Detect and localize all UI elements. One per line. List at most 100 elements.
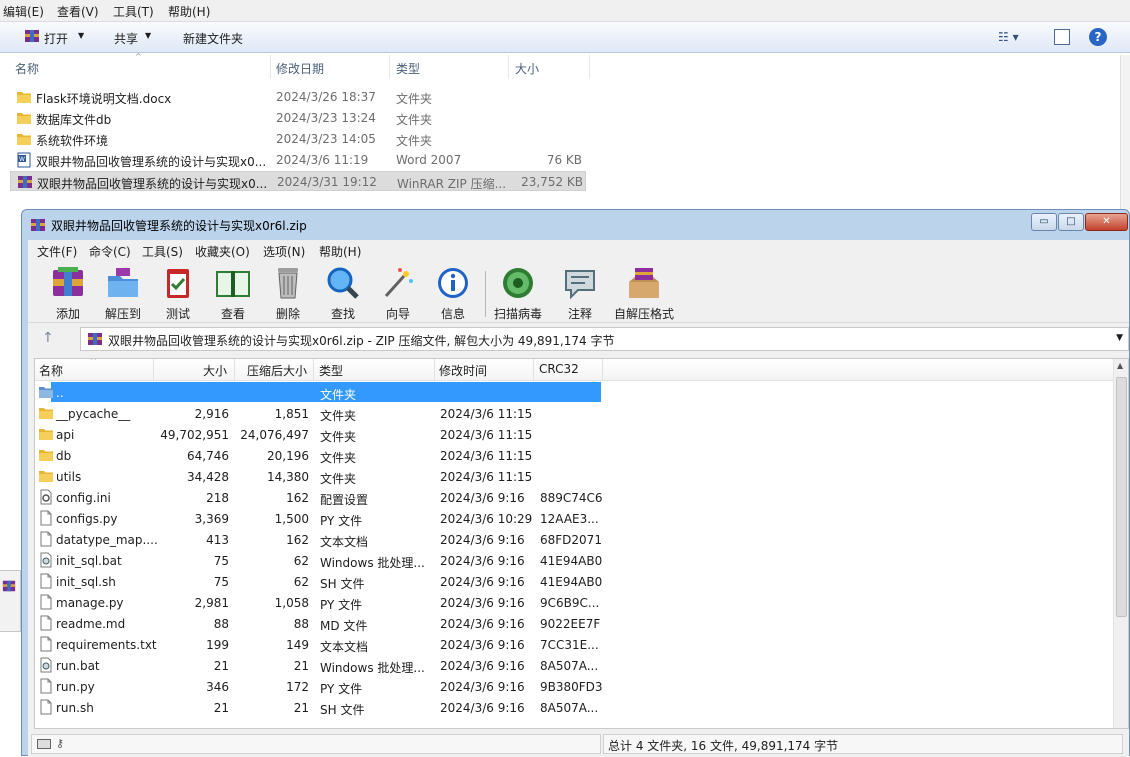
column-divider[interactable] (234, 359, 235, 380)
scroll-up-icon[interactable]: ▲ (1117, 361, 1123, 370)
archive-row[interactable]: init_sql.sh 75 62 SH 文件 2024/3/6 9:16 41E94AB… (35, 571, 1115, 592)
column-divider[interactable] (313, 359, 314, 380)
archive-row[interactable]: config.ini 218 162 配置设置 2024/3/6 9:16 889C74C… (35, 487, 1115, 508)
file-date: 2024/3/26 18:37 (276, 90, 376, 104)
archive-row[interactable]: init_sql.bat 75 62 Windows 批处理... 2024/3/6 9… (35, 550, 1115, 571)
entry-packed-size: 1,851 (274, 407, 309, 421)
close-button[interactable]: ✕ (1085, 213, 1128, 231)
virus-scan-button[interactable]: 扫描病毒 (492, 264, 544, 322)
winrar-archive-icon (2, 580, 16, 592)
archive-row[interactable]: __pycache__ 2,916 1,851 文件夹 2024/3/6 11:15 (35, 403, 1115, 424)
new-folder-button[interactable]: 新建文件夹 (183, 30, 243, 47)
entry-size: 49,702,951 (160, 428, 229, 442)
archive-row[interactable]: db 64,746 20,196 文件夹 2024/3/6 11:15 (35, 445, 1115, 466)
column-divider[interactable] (602, 359, 603, 380)
archive-row[interactable]: api 49,702,951 24,076,497 文件夹 2024/3/6 11:15 (35, 424, 1115, 445)
column-divider[interactable] (389, 55, 390, 79)
archive-row[interactable]: readme.md 88 88 MD 文件 2024/3/6 9:16 9022EE7F (35, 613, 1115, 634)
entry-packed-size: 24,076,497 (240, 428, 309, 442)
entry-name: init_sql.bat (56, 554, 122, 568)
column-divider[interactable] (270, 55, 271, 79)
file-date: 2024/3/23 13:24 (276, 111, 376, 125)
up-arrow-icon[interactable]: ↑ (42, 330, 58, 346)
menu-edit[interactable]: 编辑(E) (3, 3, 44, 20)
add-button[interactable]: 添加 (42, 264, 94, 322)
info-label: 信息 (440, 307, 465, 321)
menu-tools[interactable]: 工具(S) (142, 243, 183, 260)
comment-button[interactable]: 注释 (554, 264, 606, 322)
column-name[interactable]: 名称 (39, 362, 63, 379)
explorer-file-row[interactable]: 数据库文件db 2024/3/23 13:24 文件夹 (10, 108, 586, 128)
sfx-button[interactable]: 自解压格式 (614, 264, 674, 322)
archive-row[interactable]: run.py 346 172 PY 文件 2024/3/6 9:16 9B380FD3 (35, 676, 1115, 697)
column-divider[interactable] (589, 55, 590, 79)
entry-type: MD 文件 (320, 619, 368, 633)
extract-to-button[interactable]: 解压到 (97, 264, 149, 322)
vertical-scrollbar[interactable]: ▲ (1113, 359, 1128, 728)
column-crc[interactable]: CRC32 (539, 362, 579, 376)
menu-help[interactable]: 帮助(H) (168, 3, 210, 20)
entry-modified: 2024/3/6 9:16 (440, 680, 525, 694)
column-size[interactable]: 大小 (203, 362, 227, 379)
delete-button[interactable]: 删除 (262, 264, 314, 322)
archive-row[interactable]: run.sh 21 21 SH 文件 2024/3/6 9:16 8A507A... (35, 697, 1115, 718)
entry-name: __pycache__ (56, 407, 131, 421)
column-divider[interactable] (153, 359, 154, 380)
minimize-button[interactable]: ▭ (1031, 213, 1057, 231)
archive-row[interactable]: .. 文件夹 (35, 382, 1115, 403)
column-divider[interactable] (533, 359, 534, 380)
entry-size: 2,981 (194, 596, 229, 610)
column-modified[interactable]: 修改时间 (439, 362, 487, 379)
scrollbar-thumb[interactable] (1116, 377, 1127, 617)
explorer-file-row[interactable]: W 双眼井物品回收管理系统的设计与实现x0... 2024/3/6 11:19 Wor… (10, 150, 586, 170)
entry-modified: 2024/3/6 9:16 (440, 617, 525, 631)
entry-modified: 2024/3/6 9:16 (440, 575, 525, 589)
view-button[interactable]: 查看 (207, 264, 259, 322)
menu-help[interactable]: 帮助(H) (319, 243, 361, 260)
archive-row[interactable]: manage.py 2,981 1,058 PY 文件 2024/3/6 9:16 9C6… (35, 592, 1115, 613)
entry-modified: 2024/3/6 11:15 (440, 470, 533, 484)
menu-favorites[interactable]: 收藏夹(O) (195, 243, 250, 260)
chevron-down-icon[interactable]: ▼ (1116, 333, 1123, 343)
column-divider[interactable] (508, 55, 509, 79)
menu-commands[interactable]: 命令(C) (89, 243, 131, 260)
column-name[interactable]: 名称 (15, 60, 39, 77)
archive-row[interactable]: configs.py 3,369 1,500 PY 文件 2024/3/6 10:29 1… (35, 508, 1115, 529)
archive-row[interactable]: requirements.txt 199 149 文本文档 2024/3/6 9:16 7… (35, 634, 1115, 655)
status-bar: ⚷ 总计 4 文件夹, 16 文件, 49,891,174 字节 (28, 731, 1129, 757)
svg-text:W: W (19, 156, 25, 163)
help-icon[interactable]: ? (1089, 28, 1107, 46)
column-packed[interactable]: 压缩后大小 (247, 362, 307, 379)
explorer-scrollbar[interactable] (1120, 55, 1130, 210)
share-button[interactable]: 共享 ▼ (114, 27, 158, 47)
column-size[interactable]: 大小 (515, 60, 539, 77)
preview-pane-icon[interactable] (1054, 29, 1070, 45)
open-button[interactable]: 打开 ▼ (22, 27, 90, 47)
menu-options[interactable]: 选项(N) (263, 243, 305, 260)
column-type[interactable]: 类型 (319, 362, 343, 379)
explorer-file-row[interactable]: 系统软件环境 2024/3/23 14:05 文件夹 (10, 129, 586, 149)
test-button[interactable]: 测试 (152, 264, 204, 322)
archive-row[interactable]: datatype_map.... 413 162 文本文档 2024/3/6 9:16 6… (35, 529, 1115, 550)
view-options-icon[interactable]: ☷ ▾ (998, 30, 1030, 46)
file-name: 双眼井物品回收管理系统的设计与实现x0... (36, 155, 267, 169)
view-label: 查看 (220, 307, 245, 321)
title-bar[interactable]: 双眼井物品回收管理系统的设计与实现x0r6l.zip ▭ □ ✕ (22, 210, 1129, 240)
explorer-window: 编辑(E) 查看(V) 工具(T) 帮助(H) 打开 ▼ 共享 ▼ 新建文件夹 … (0, 0, 1130, 210)
find-button[interactable]: 查找 (317, 264, 369, 322)
menu-tools[interactable]: 工具(T) (113, 3, 154, 20)
menu-view[interactable]: 查看(V) (57, 3, 99, 20)
explorer-file-row[interactable]: 双眼井物品回收管理系统的设计与实现x0... 2024/3/31 19:12 Win… (10, 171, 586, 191)
archive-row[interactable]: run.bat 21 21 Windows 批处理... 2024/3/6 9:16 8A… (35, 655, 1115, 676)
column-date[interactable]: 修改日期 (276, 60, 324, 77)
info-button[interactable]: 信息 (427, 264, 479, 322)
explorer-file-row[interactable]: Flask环境说明文档.docx 2024/3/26 18:37 文件夹 (10, 87, 586, 107)
address-field[interactable]: 双眼井物品回收管理系统的设计与实现x0r6l.zip - ZIP 压缩文件, 解… (80, 327, 1129, 351)
menu-file[interactable]: 文件(F) (37, 243, 77, 260)
archive-row[interactable]: utils 34,428 14,380 文件夹 2024/3/6 11:15 (35, 466, 1115, 487)
column-divider[interactable] (434, 359, 435, 380)
column-type[interactable]: 类型 (396, 60, 420, 77)
entry-name: db (56, 449, 72, 463)
maximize-button[interactable]: □ (1058, 213, 1084, 231)
wizard-button[interactable]: 向导 (372, 264, 424, 322)
